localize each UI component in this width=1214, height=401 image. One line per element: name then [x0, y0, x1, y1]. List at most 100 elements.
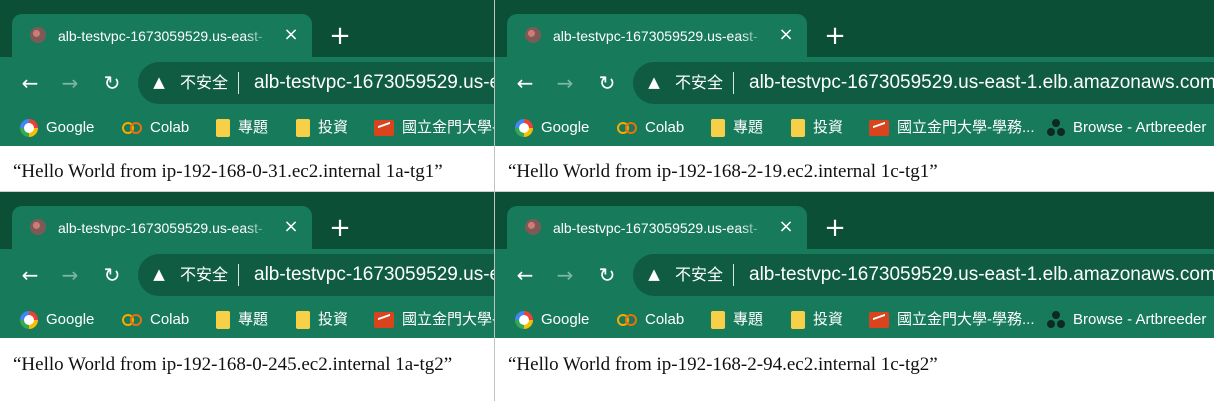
bookmark-label: 國立金門大學-學務...: [897, 311, 1035, 329]
bookmarks-bar: Google Colab 專題 投資 國立金門大學-學務...: [0, 301, 494, 338]
folder-icon: [711, 311, 725, 330]
bookmarks-bar: Google Colab 專題 投資 國立金門大學-學務... Browse - Artb…: [495, 109, 1214, 146]
back-arrow-icon[interactable]: ←: [511, 69, 539, 97]
new-tab-button[interactable]: +: [326, 22, 354, 50]
url-text[interactable]: alb-testvpc-1673059529.us-east-1.elb.ama…: [254, 263, 494, 287]
forward-arrow-icon[interactable]: →: [56, 69, 84, 97]
browser-tab[interactable]: alb-testvpc-1673059529.us-east-1.elb.ama…: [12, 14, 312, 57]
google-icon: [515, 119, 533, 138]
address-bar[interactable]: ▲ 不安全 alb-testvpc-1673059529.us-east-1.e…: [633, 254, 1214, 296]
google-icon: [20, 119, 38, 138]
bookmark-folder-invest[interactable]: 投資: [791, 117, 843, 139]
bookmark-folder-invest[interactable]: 投資: [296, 309, 348, 331]
close-tab-icon[interactable]: ×: [280, 24, 302, 46]
forward-arrow-icon[interactable]: →: [56, 261, 84, 289]
bookmark-google[interactable]: Google: [515, 117, 589, 139]
bookmark-artbreeder[interactable]: Browse - Artbreeder: [1047, 309, 1206, 331]
url-text[interactable]: alb-testvpc-1673059529.us-east-1.elb.ama…: [749, 263, 1214, 287]
hello-message: “Hello World from ip-192-168-0-245.ec2.i…: [13, 354, 453, 375]
bookmark-colab[interactable]: Colab: [122, 309, 189, 331]
bookmark-label: Google: [46, 119, 95, 137]
bookmark-nqu[interactable]: 國立金門大學-學務...: [374, 309, 494, 331]
browser-tab[interactable]: alb-testvpc-1673059529.us-east-1.elb.ama…: [507, 14, 807, 57]
not-secure-label[interactable]: 不安全: [675, 72, 723, 94]
bookmark-folder-invest[interactable]: 投資: [791, 309, 843, 331]
warning-icon[interactable]: ▲: [645, 265, 663, 283]
bookmark-nqu[interactable]: 國立金門大學-學務...: [374, 117, 494, 139]
browser-tab[interactable]: alb-testvpc-1673059529.us-east-1.elb.ama…: [12, 206, 312, 249]
tab-strip: alb-testvpc-1673059529.us-east-1.elb.ama…: [495, 0, 1214, 57]
close-tab-icon[interactable]: ×: [280, 216, 302, 238]
folder-icon: [296, 311, 310, 330]
warning-icon[interactable]: ▲: [150, 73, 168, 91]
bookmark-google[interactable]: Google: [20, 309, 94, 331]
browser-window: alb-testvpc-1673059529.us-east-1.elb.ama…: [0, 0, 494, 191]
back-arrow-icon[interactable]: ←: [16, 261, 44, 289]
artbreeder-dot: [1047, 320, 1055, 329]
globe-icon: [30, 27, 46, 43]
globe-icon: [525, 27, 541, 43]
bookmark-colab[interactable]: Colab: [617, 309, 684, 331]
browser-tab[interactable]: alb-testvpc-1673059529.us-east-1.elb.ama…: [507, 206, 807, 249]
bookmark-folder-topics[interactable]: 專題: [711, 309, 763, 331]
bookmark-folder-topics[interactable]: 專題: [216, 309, 268, 331]
bookmark-label: 專題: [733, 119, 764, 137]
bookmark-label: Google: [541, 311, 590, 329]
bookmark-colab[interactable]: Colab: [617, 117, 684, 139]
hello-message: “Hello World from ip-192-168-2-94.ec2.in…: [508, 354, 938, 375]
reload-icon[interactable]: ↻: [593, 261, 621, 289]
bookmark-colab[interactable]: Colab: [122, 117, 189, 139]
tab-title: alb-testvpc-1673059529.us-east-1.elb.ama…: [58, 28, 264, 44]
forward-arrow-icon[interactable]: →: [551, 69, 579, 97]
bookmark-label: 國立金門大學-學務...: [402, 119, 494, 137]
omnibox-separator: [238, 72, 239, 94]
bookmark-label: Browse - Artbreeder: [1073, 119, 1207, 137]
new-tab-button[interactable]: +: [326, 214, 354, 242]
forward-arrow-icon[interactable]: →: [551, 261, 579, 289]
page-content: “Hello World from ip-192-168-2-19.ec2.in…: [495, 146, 1214, 191]
url-text[interactable]: alb-testvpc-1673059529.us-east-1.elb.ama…: [254, 71, 494, 95]
back-arrow-icon[interactable]: ←: [511, 261, 539, 289]
bookmark-nqu[interactable]: 國立金門大學-學務...: [869, 309, 1035, 331]
not-secure-label[interactable]: 不安全: [180, 72, 228, 94]
artbreeder-dot: [1052, 311, 1060, 320]
omnibox-separator: [238, 264, 239, 286]
bookmark-label: 國立金門大學-學務...: [402, 311, 494, 329]
bookmark-google[interactable]: Google: [20, 117, 94, 139]
close-tab-icon[interactable]: ×: [775, 24, 797, 46]
warning-icon[interactable]: ▲: [645, 73, 663, 91]
new-tab-button[interactable]: +: [821, 214, 849, 242]
address-bar[interactable]: ▲ 不安全 alb-testvpc-1673059529.us-east-1.e…: [633, 62, 1214, 104]
google-icon: [20, 311, 38, 330]
folder-icon: [216, 119, 230, 138]
url-text[interactable]: alb-testvpc-1673059529.us-east-1.elb.ama…: [749, 71, 1214, 95]
close-tab-icon[interactable]: ×: [775, 216, 797, 238]
not-secure-label[interactable]: 不安全: [180, 264, 228, 286]
warning-icon[interactable]: ▲: [150, 265, 168, 283]
not-secure-label[interactable]: 不安全: [675, 264, 723, 286]
bookmark-label: 專題: [238, 119, 269, 137]
address-bar[interactable]: ▲ 不安全 alb-testvpc-1673059529.us-east-1.e…: [138, 254, 494, 296]
bookmark-nqu[interactable]: 國立金門大學-學務...: [869, 117, 1035, 139]
bookmark-google[interactable]: Google: [515, 309, 589, 331]
colab-icon: [617, 122, 637, 135]
bookmark-folder-topics[interactable]: 專題: [216, 117, 268, 139]
globe-icon: [525, 219, 541, 235]
address-bar[interactable]: ▲ 不安全 alb-testvpc-1673059529.us-east-1.e…: [138, 62, 494, 104]
browser-window: alb-testvpc-1673059529.us-east-1.elb.ama…: [0, 191, 494, 401]
reload-icon[interactable]: ↻: [98, 261, 126, 289]
reload-icon[interactable]: ↻: [98, 69, 126, 97]
toolbar: ← → ↻ ▲ 不安全 alb-testvpc-1673059529.us-ea…: [495, 249, 1214, 301]
tab-title-fade: [244, 20, 272, 50]
tab-title-fade: [244, 212, 272, 242]
bookmark-folder-topics[interactable]: 專題: [711, 117, 763, 139]
browser-window: alb-testvpc-1673059529.us-east-1.elb.ama…: [494, 0, 1214, 191]
browser-window: alb-testvpc-1673059529.us-east-1.elb.ama…: [494, 191, 1214, 401]
back-arrow-icon[interactable]: ←: [16, 69, 44, 97]
bookmark-artbreeder[interactable]: Browse - Artbreeder: [1047, 117, 1206, 139]
bookmark-folder-invest[interactable]: 投資: [296, 117, 348, 139]
new-tab-button[interactable]: +: [821, 22, 849, 50]
reload-icon[interactable]: ↻: [593, 69, 621, 97]
folder-icon: [711, 119, 725, 138]
bookmark-label: Colab: [150, 119, 190, 137]
